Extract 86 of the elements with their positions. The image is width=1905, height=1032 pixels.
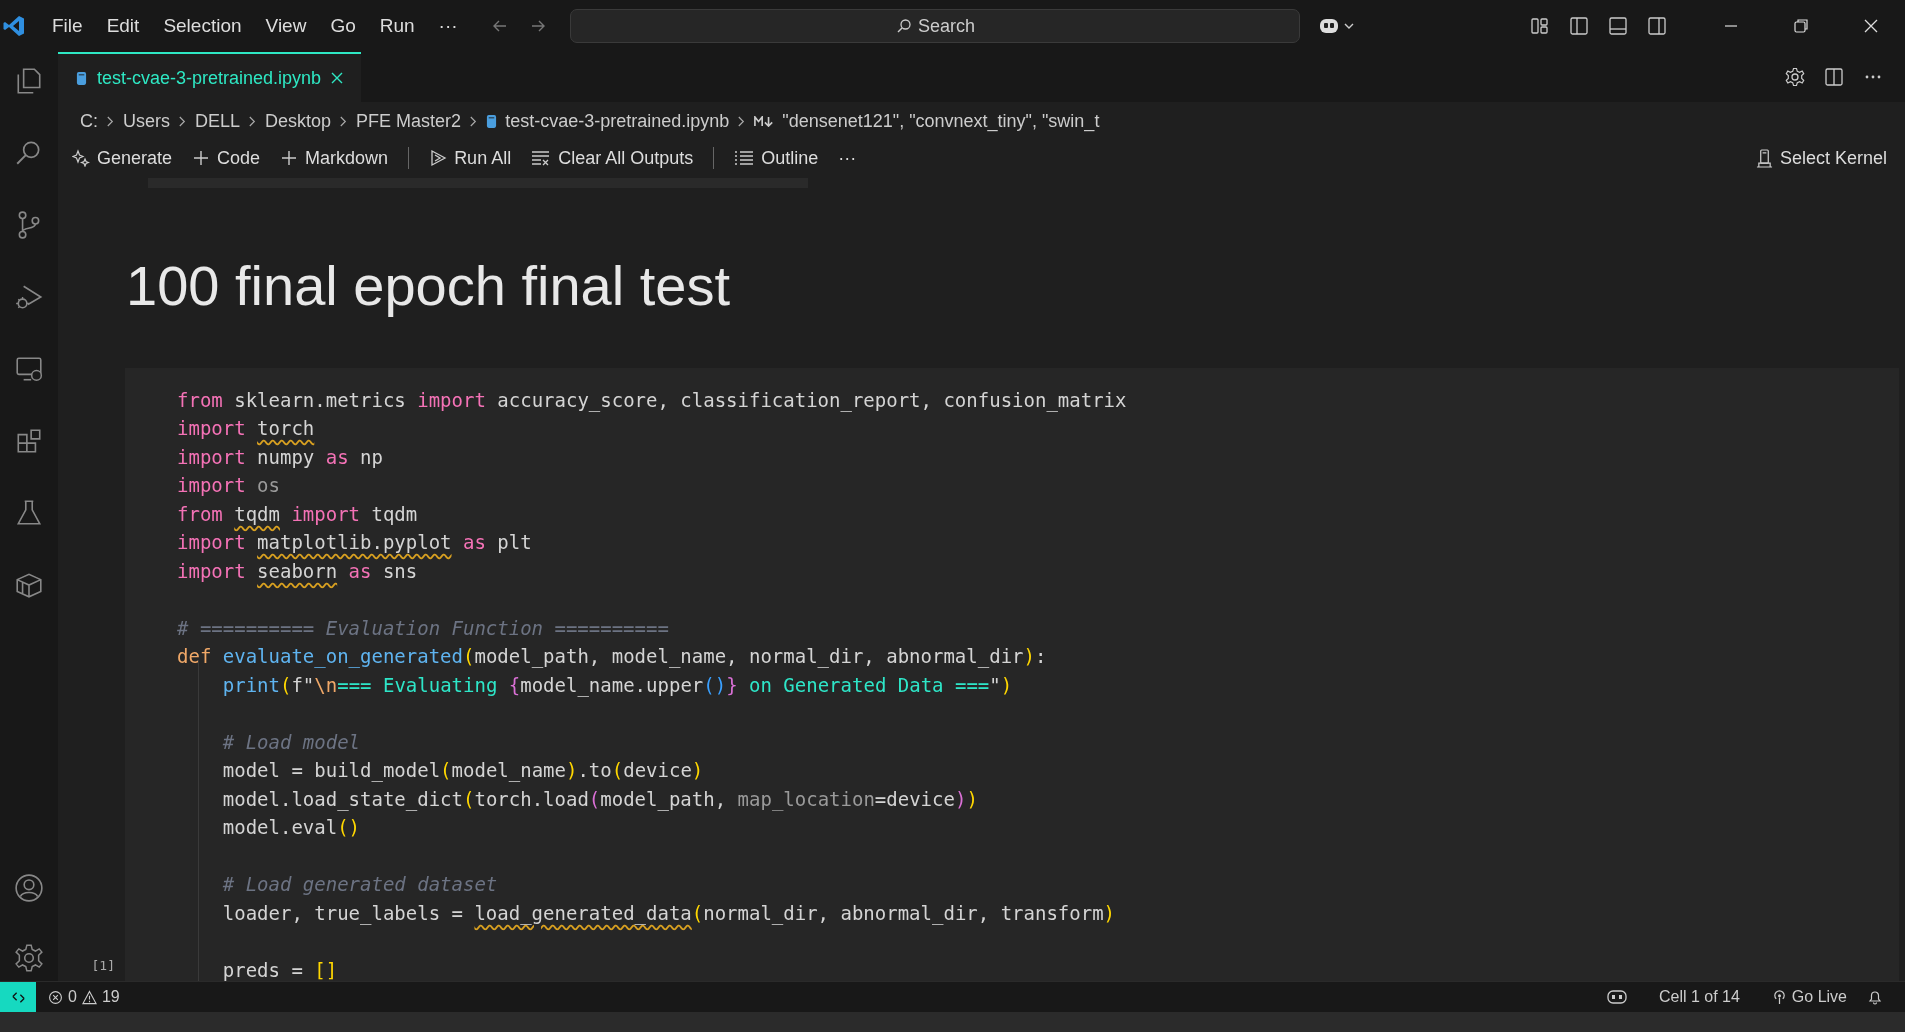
list-icon bbox=[734, 149, 755, 167]
code-line: import torch bbox=[177, 417, 315, 440]
account-icon[interactable] bbox=[14, 873, 44, 903]
markdown-icon bbox=[754, 115, 775, 127]
code-comment: # ========== Evaluation Function ========== bbox=[177, 616, 669, 639]
remote-button[interactable] bbox=[0, 982, 36, 1012]
breadcrumb-item[interactable]: PFE Master2 bbox=[356, 110, 462, 132]
more-actions-button[interactable]: ··· bbox=[838, 147, 857, 169]
kernel-icon bbox=[1755, 148, 1773, 168]
layout-icon[interactable] bbox=[1530, 16, 1550, 36]
settings-icon[interactable] bbox=[1785, 67, 1805, 87]
extensions-icon[interactable] bbox=[14, 426, 44, 456]
code-comment: # Load model bbox=[221, 730, 361, 753]
split-editor-icon[interactable] bbox=[1824, 67, 1844, 87]
chevron-icon bbox=[737, 114, 747, 128]
run-all-icon bbox=[429, 149, 448, 167]
chevron-icon bbox=[469, 114, 479, 128]
flask-icon[interactable] bbox=[14, 498, 44, 528]
breadcrumb-item[interactable]: "densenet121", "convnext_tiny", "swin_t bbox=[782, 110, 1100, 132]
code-line: loader, true_labels = load_generated_data(normal_dir, abnormal_dir, transform) bbox=[221, 901, 1116, 924]
add-cell-button[interactable]: Code bbox=[192, 147, 261, 169]
problems-button[interactable]: 0 19 bbox=[48, 988, 120, 1006]
sparkle-icon bbox=[72, 149, 90, 167]
go-live-button[interactable]: Go Live bbox=[1771, 988, 1847, 1006]
bell-icon[interactable] bbox=[1867, 989, 1883, 1005]
breadcrumb-item[interactable]: DELL bbox=[195, 110, 241, 132]
warning-icon bbox=[81, 989, 97, 1005]
code-line: model.eval() bbox=[221, 816, 361, 839]
menu-item[interactable]: File bbox=[42, 11, 93, 41]
clear-outputs-button[interactable]: Clear All Outputs bbox=[531, 147, 694, 169]
menu-item[interactable]: Selection bbox=[153, 11, 252, 41]
code-comment: # Load generated dataset bbox=[221, 873, 498, 896]
code-line: from sklearn.metrics import accuracy_score, classification_report, confusion_matrix bbox=[177, 388, 1127, 411]
notebook-icon bbox=[76, 70, 87, 86]
outline-button[interactable]: Outline bbox=[734, 147, 819, 169]
run-all-button[interactable]: Run All bbox=[429, 147, 512, 169]
generate-button[interactable]: Generate bbox=[72, 147, 173, 169]
code-line: import os bbox=[177, 474, 280, 497]
clear-outputs-icon bbox=[531, 149, 552, 167]
execution-count: [1] bbox=[91, 958, 115, 973]
broadcast-icon bbox=[1771, 989, 1787, 1005]
menu-item[interactable]: Run bbox=[369, 11, 425, 41]
search-field[interactable]: Search bbox=[569, 9, 1300, 43]
tab-label: test-cvae-3-pretrained.ipynb bbox=[97, 67, 322, 89]
chevron-icon bbox=[106, 114, 115, 128]
code-line: preds = [] bbox=[221, 958, 338, 981]
select-kernel-button[interactable]: Select Kernel bbox=[1755, 147, 1887, 169]
close-icon[interactable] bbox=[331, 72, 344, 84]
code-line: model = build_model(model_name).to(device) bbox=[221, 759, 704, 782]
breadcrumb-item[interactable]: test-cvae-3-pretrained.ipynb bbox=[505, 110, 730, 132]
code-line: from tqdm import tqdm bbox=[177, 502, 418, 525]
plus-icon bbox=[280, 149, 299, 167]
breadcrumb-item[interactable]: C: bbox=[80, 110, 98, 132]
files-icon[interactable] bbox=[14, 66, 44, 96]
menu-item[interactable]: View bbox=[255, 11, 317, 41]
code-cell[interactable] bbox=[125, 368, 1899, 981]
menu-item[interactable]: ··· bbox=[428, 11, 468, 41]
chevron-icon bbox=[339, 114, 349, 128]
menu-item[interactable]: Go bbox=[320, 11, 366, 41]
editor-tab[interactable]: test-cvae-3-pretrained.ipynb bbox=[58, 52, 362, 102]
chevron-icon bbox=[248, 114, 258, 128]
breadcrumb-item[interactable]: Users bbox=[123, 110, 170, 132]
notebook-icon bbox=[486, 113, 498, 129]
vscode-logo-icon bbox=[2, 14, 26, 38]
error-icon bbox=[48, 989, 63, 1005]
remote-explorer-icon[interactable] bbox=[14, 354, 44, 384]
code-line: import numpy as np bbox=[177, 445, 383, 468]
code-line: import seaborn as sns bbox=[177, 559, 418, 582]
menu-item[interactable]: Edit bbox=[96, 11, 150, 41]
code-line: print(f"\n=== Evaluating {model_name.upper()} on Generated Data ===") bbox=[221, 673, 1013, 696]
secondary-sidebar-icon[interactable] bbox=[1647, 16, 1667, 36]
panel-toggle-icon[interactable] bbox=[1608, 16, 1628, 36]
markdown-heading: 100 final epoch final test bbox=[126, 254, 731, 319]
code-line: import matplotlib.pyplot as plt bbox=[177, 531, 532, 554]
search-icon bbox=[895, 18, 912, 34]
code-line: def evaluate_on_generated(model_path, model_name, normal_dir, abnormal_dir): bbox=[177, 645, 1047, 668]
breadcrumb-item[interactable]: Desktop bbox=[265, 110, 332, 132]
restore-icon[interactable] bbox=[1791, 16, 1811, 36]
sidebar-toggle-icon[interactable] bbox=[1569, 16, 1589, 36]
add-cell-button[interactable]: Markdown bbox=[280, 147, 389, 169]
plus-icon bbox=[192, 149, 211, 167]
code-line: model.load_state_dict(torch.load(model_path, map_location=device)) bbox=[221, 787, 978, 810]
settings-icon[interactable] bbox=[14, 943, 44, 973]
chevron-icon bbox=[178, 114, 187, 128]
cell-indicator[interactable]: Cell 1 of 14 bbox=[1658, 988, 1740, 1006]
copilot-icon[interactable] bbox=[1606, 989, 1627, 1005]
